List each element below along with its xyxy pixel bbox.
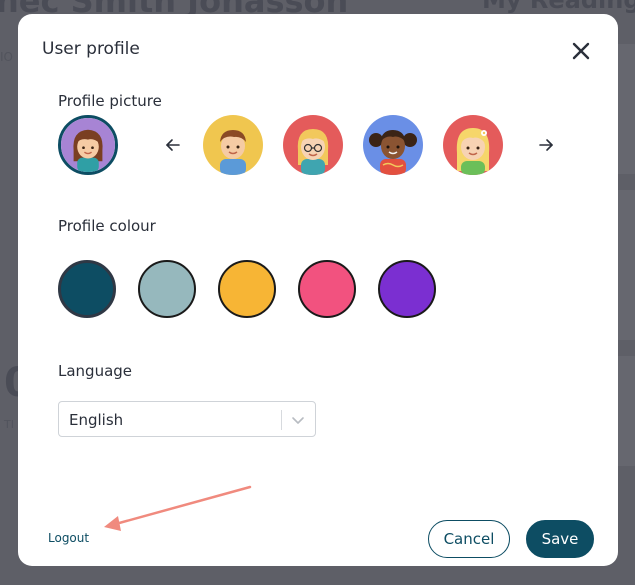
- avatar-girl-pigtails-icon: [363, 115, 423, 175]
- select-separator: [281, 410, 282, 430]
- cancel-button[interactable]: Cancel: [428, 520, 510, 558]
- colour-swatch-orange[interactable]: [218, 260, 276, 318]
- profile-picture-label: Profile picture: [58, 92, 162, 110]
- background-heading: My Reading: [482, 0, 635, 14]
- modal-title: User profile: [42, 39, 140, 59]
- save-button[interactable]: Save: [526, 520, 594, 558]
- logout-link[interactable]: Logout: [48, 531, 89, 545]
- avatar-girl-icon: [61, 118, 115, 172]
- avatar-option-girl-blonde[interactable]: [443, 115, 503, 175]
- previous-avatars-button[interactable]: [162, 134, 184, 156]
- avatar-boy-icon: [203, 115, 263, 175]
- background-small-text: IO: [0, 50, 13, 64]
- user-profile-modal: User profile Profile picture Profile col…: [18, 14, 618, 566]
- close-icon: [572, 42, 590, 60]
- colour-swatch-purple[interactable]: [378, 260, 436, 318]
- arrow-left-icon: [166, 139, 180, 151]
- language-label: Language: [58, 362, 133, 380]
- chevron-down-icon: [289, 411, 307, 429]
- next-avatars-button[interactable]: [535, 134, 557, 156]
- avatar-girl-blonde-icon: [443, 115, 503, 175]
- avatar-option-girl-pigtails[interactable]: [363, 115, 423, 175]
- profile-colour-label: Profile colour: [58, 217, 156, 235]
- colour-swatch-grey-blue[interactable]: [138, 260, 196, 318]
- language-select[interactable]: English: [58, 401, 316, 437]
- avatar-girl-glasses-icon: [283, 115, 343, 175]
- close-button[interactable]: [568, 38, 594, 64]
- avatar-option-girl-glasses[interactable]: [283, 115, 343, 175]
- background-small-text: TI: [4, 418, 14, 431]
- selected-avatar: [58, 115, 118, 175]
- colour-swatch-dark-teal[interactable]: [58, 260, 116, 318]
- language-value: English: [69, 411, 124, 429]
- avatar-option-boy[interactable]: [203, 115, 263, 175]
- arrow-right-icon: [539, 139, 553, 151]
- colour-swatch-pink[interactable]: [298, 260, 356, 318]
